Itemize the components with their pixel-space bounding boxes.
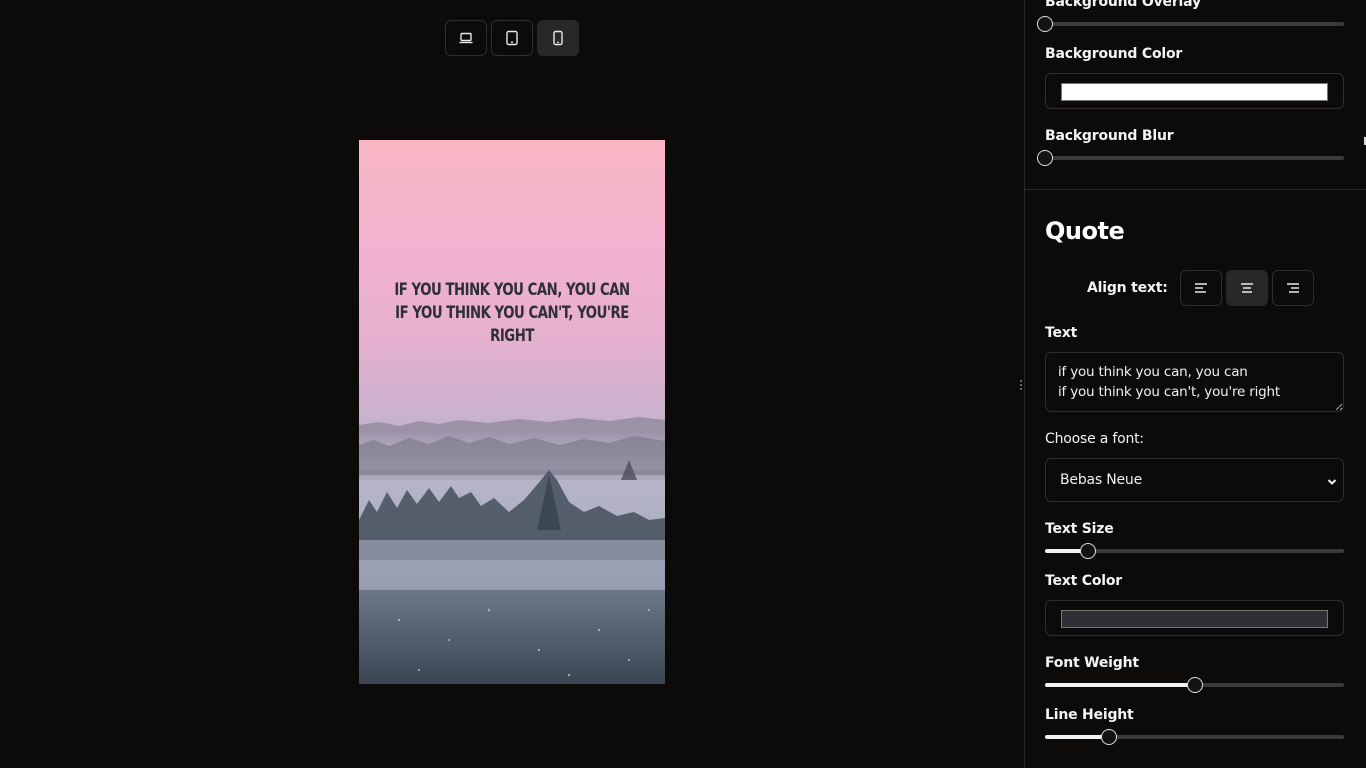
align-left-button[interactable]: [1179, 270, 1222, 306]
phone-icon: [553, 30, 563, 46]
align-right-button[interactable]: [1271, 270, 1314, 306]
background-overlay-label: Background Overlay: [1045, 0, 1201, 10]
background-blur-slider[interactable]: [1037, 150, 1344, 166]
font-label: Choose a font:: [1045, 431, 1144, 447]
text-color-swatch: [1061, 610, 1328, 628]
text-label: Text: [1045, 325, 1078, 341]
section-title: Quote: [1045, 217, 1125, 245]
quote-line: if you think you can, you can: [394, 280, 630, 300]
line-height-slider[interactable]: [1045, 729, 1344, 745]
background-color-swatch: [1061, 83, 1328, 101]
misty-forest-background: [359, 417, 665, 684]
quote-text: if you think you can, you can if you thi…: [393, 279, 632, 348]
phone-view-button[interactable]: [537, 20, 579, 56]
laptop-icon: [459, 32, 473, 44]
tablet-icon: [506, 30, 518, 46]
chevron-down-icon: [1327, 475, 1337, 491]
laptop-view-button[interactable]: [445, 20, 487, 56]
background-blur-label: Background Blur: [1045, 128, 1174, 144]
background-color-picker[interactable]: [1045, 73, 1344, 109]
tablet-view-button[interactable]: [491, 20, 533, 56]
phone-preview-canvas: if you think you can, you can if you thi…: [359, 140, 665, 684]
align-text-label: Align text:: [1087, 280, 1168, 296]
text-color-label: Text Color: [1045, 573, 1122, 589]
align-text-row: Align text:: [1087, 270, 1318, 306]
background-color-label: Background Color: [1045, 46, 1183, 62]
text-size-slider[interactable]: [1045, 543, 1344, 559]
font-select[interactable]: Bebas Neue: [1045, 458, 1344, 502]
align-center-button[interactable]: [1225, 270, 1268, 306]
preview-area: if you think you can, you can if you thi…: [0, 0, 1024, 768]
background-overlay-slider[interactable]: [1037, 16, 1344, 32]
font-weight-slider[interactable]: [1045, 677, 1344, 693]
line-height-label: Line Height: [1045, 707, 1134, 723]
align-right-icon: [1286, 283, 1299, 293]
settings-panel: Background Overlay Background Color Back…: [1024, 0, 1366, 768]
device-toggle: [445, 20, 579, 56]
section-divider: [1025, 189, 1366, 190]
font-weight-label: Font Weight: [1045, 655, 1139, 671]
align-left-icon: [1194, 283, 1207, 293]
text-color-picker[interactable]: [1045, 600, 1344, 636]
align-center-icon: [1240, 283, 1253, 293]
quote-line: if you think you can't, you're right: [395, 303, 629, 346]
font-select-value: Bebas Neue: [1060, 472, 1143, 488]
quote-text-input[interactable]: [1045, 352, 1344, 412]
text-size-label: Text Size: [1045, 521, 1114, 537]
